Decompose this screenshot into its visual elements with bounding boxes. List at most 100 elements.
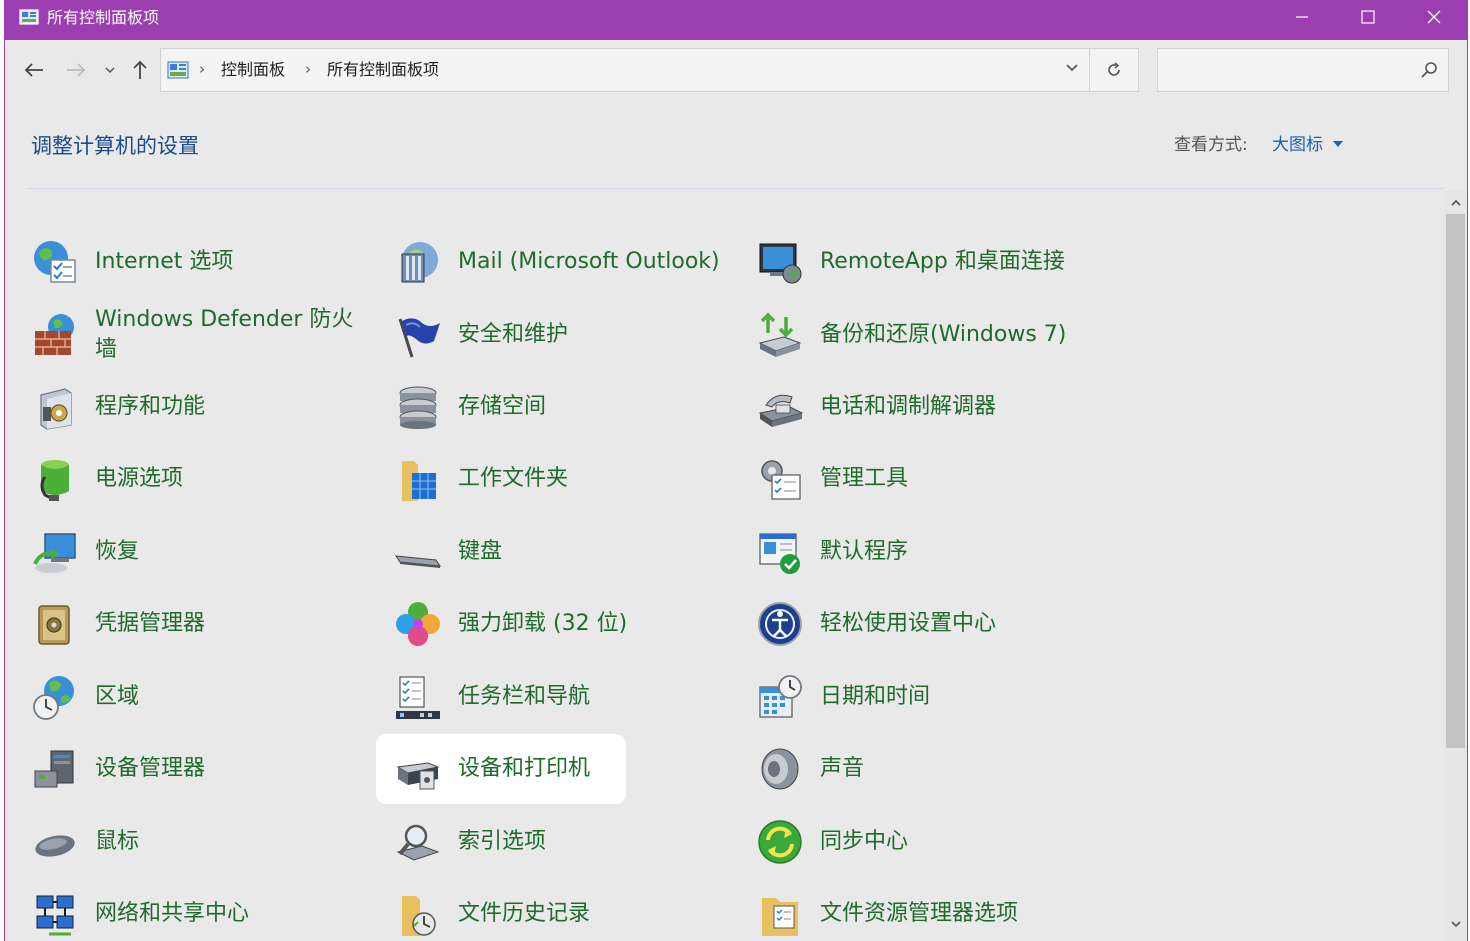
item-work-folders[interactable]: 工作文件夹: [394, 449, 724, 509]
mail-icon: [401, 242, 438, 283]
item-region[interactable]: 区域: [31, 667, 361, 727]
search-icon[interactable]: [1420, 61, 1438, 79]
chevron-up-icon: [1450, 199, 1461, 206]
item-recovery[interactable]: 恢复: [31, 522, 361, 582]
item-label: 安全和维护: [458, 322, 569, 347]
item-programs-features[interactable]: 程序和功能: [31, 377, 361, 437]
forward-button[interactable]: [63, 58, 89, 82]
address-bar[interactable]: › 控制面板 › 所有控制面板项: [160, 48, 1090, 92]
item-label: 管理工具: [820, 466, 909, 491]
item-label: 日期和时间: [820, 684, 931, 709]
back-button[interactable]: [21, 58, 47, 82]
network-icon: [36, 895, 74, 936]
item-credential-manager[interactable]: 凭据管理器: [31, 594, 361, 654]
breadcrumb-separator: ›: [199, 60, 205, 78]
work-folders-icon: [402, 461, 436, 501]
item-label: 电话和调制解调器: [820, 394, 997, 419]
programs-icon: [40, 388, 72, 430]
item-date-time[interactable]: 日期和时间: [756, 667, 1116, 727]
control-panel-window: 所有控制面板项 › 控制面板 › 所有控制面板项 调整计算机的设置 查看方式: …: [4, 0, 1468, 941]
item-security-maintenance[interactable]: 安全和维护: [394, 305, 724, 365]
remoteapp-icon: [759, 243, 802, 284]
control-panel-app-icon: [19, 9, 39, 25]
search-box[interactable]: [1157, 48, 1449, 92]
item-label: 凭据管理器: [95, 611, 206, 636]
scroll-up-button[interactable]: [1444, 190, 1467, 216]
item-storage-spaces[interactable]: 存储空间: [394, 377, 724, 437]
item-taskbar-navigation[interactable]: 任务栏和导航: [394, 667, 724, 727]
sync-center-icon: [758, 820, 802, 864]
default-programs-icon: [759, 533, 800, 574]
item-uninstaller[interactable]: 强力卸载 (32 位): [394, 594, 724, 654]
item-mail[interactable]: Mail (Microsoft Outlook): [394, 232, 744, 292]
recovery-icon: [33, 533, 76, 573]
mouse-icon: [35, 835, 75, 857]
folder-options-icon: [762, 898, 798, 936]
item-label: 程序和功能: [95, 394, 206, 419]
item-internet-options[interactable]: Internet 选项: [31, 232, 361, 292]
indexing-icon: [396, 824, 440, 861]
item-label: RemoteApp 和桌面连接: [820, 249, 1065, 274]
item-label: 备份和还原(Windows 7): [820, 322, 1067, 347]
item-mouse[interactable]: 鼠标: [31, 812, 361, 872]
view-by-dropdown[interactable]: 大图标: [1272, 134, 1323, 156]
breadcrumb-all-items[interactable]: 所有控制面板项: [327, 60, 439, 80]
control-panel-small-icon: [167, 61, 189, 79]
item-label: 默认程序: [820, 539, 909, 564]
item-device-manager[interactable]: 设备管理器: [31, 739, 361, 799]
item-keyboard[interactable]: 键盘: [394, 522, 724, 582]
item-label: 鼠标: [95, 829, 140, 854]
item-admin-tools[interactable]: 管理工具: [756, 449, 1116, 509]
window-title: 所有控制面板项: [47, 8, 160, 27]
item-phone-modem[interactable]: 电话和调制解调器: [756, 377, 1116, 437]
item-label: 恢复: [95, 539, 140, 564]
item-default-programs[interactable]: 默认程序: [756, 522, 1116, 582]
view-by-caret-icon[interactable]: [1333, 141, 1343, 147]
view-by-label: 查看方式:: [1174, 135, 1248, 155]
chevron-down-icon: [105, 67, 115, 74]
chevron-down-icon: [1450, 921, 1461, 928]
item-label: 设备和打印机: [458, 756, 591, 781]
power-options-icon: [40, 460, 69, 501]
credential-manager-icon: [38, 605, 70, 645]
item-indexing-options[interactable]: 索引选项: [394, 812, 724, 872]
breadcrumb-separator: ›: [305, 60, 311, 78]
item-label: 同步中心: [820, 829, 909, 854]
close-button[interactable]: [1401, 0, 1467, 34]
scroll-thumb[interactable]: [1446, 214, 1465, 748]
search-input[interactable]: [1166, 59, 1406, 81]
item-label: 文件历史记录: [458, 901, 591, 926]
item-devices-printers[interactable]: 设备和打印机: [394, 739, 724, 799]
up-button[interactable]: [129, 58, 151, 82]
scroll-down-button[interactable]: [1444, 911, 1467, 937]
item-network-sharing[interactable]: 网络和共享中心: [31, 884, 361, 941]
breadcrumb-control-panel[interactable]: 控制面板: [221, 60, 285, 80]
item-folder-options[interactable]: 文件资源管理器选项: [756, 884, 1116, 941]
item-sync-center[interactable]: 同步中心: [756, 812, 1116, 872]
vertical-scrollbar[interactable]: [1444, 190, 1467, 941]
item-remoteapp[interactable]: RemoteApp 和桌面连接: [756, 232, 1116, 292]
close-icon: [1427, 10, 1441, 24]
maximize-button[interactable]: [1335, 0, 1401, 34]
uninstaller-icon: [396, 602, 440, 646]
item-power-options[interactable]: 电源选项: [31, 449, 361, 509]
item-ease-of-access[interactable]: 轻松使用设置中心: [756, 594, 1116, 654]
minimize-icon: [1296, 16, 1308, 18]
item-label: 键盘: [458, 539, 503, 564]
minimize-button[interactable]: [1269, 0, 1335, 34]
recent-locations-button[interactable]: [102, 58, 118, 82]
item-windows-firewall[interactable]: Windows Defender 防火墙: [31, 305, 371, 365]
item-label: Mail (Microsoft Outlook): [458, 249, 720, 274]
refresh-button[interactable]: [1090, 48, 1139, 92]
address-dropdown-icon[interactable]: [1065, 63, 1079, 73]
item-sound[interactable]: 声音: [756, 739, 1116, 799]
item-label: 声音: [820, 756, 865, 781]
printer-icon: [396, 762, 440, 790]
item-label: 设备管理器: [95, 756, 206, 781]
item-label: Internet 选项: [95, 249, 234, 274]
item-backup-restore[interactable]: 备份和还原(Windows 7): [756, 305, 1116, 365]
item-label: 文件资源管理器选项: [820, 901, 1019, 926]
item-file-history[interactable]: 文件历史记录: [394, 884, 724, 941]
phone-modem-icon: [758, 394, 804, 427]
item-label: 存储空间: [458, 394, 547, 419]
